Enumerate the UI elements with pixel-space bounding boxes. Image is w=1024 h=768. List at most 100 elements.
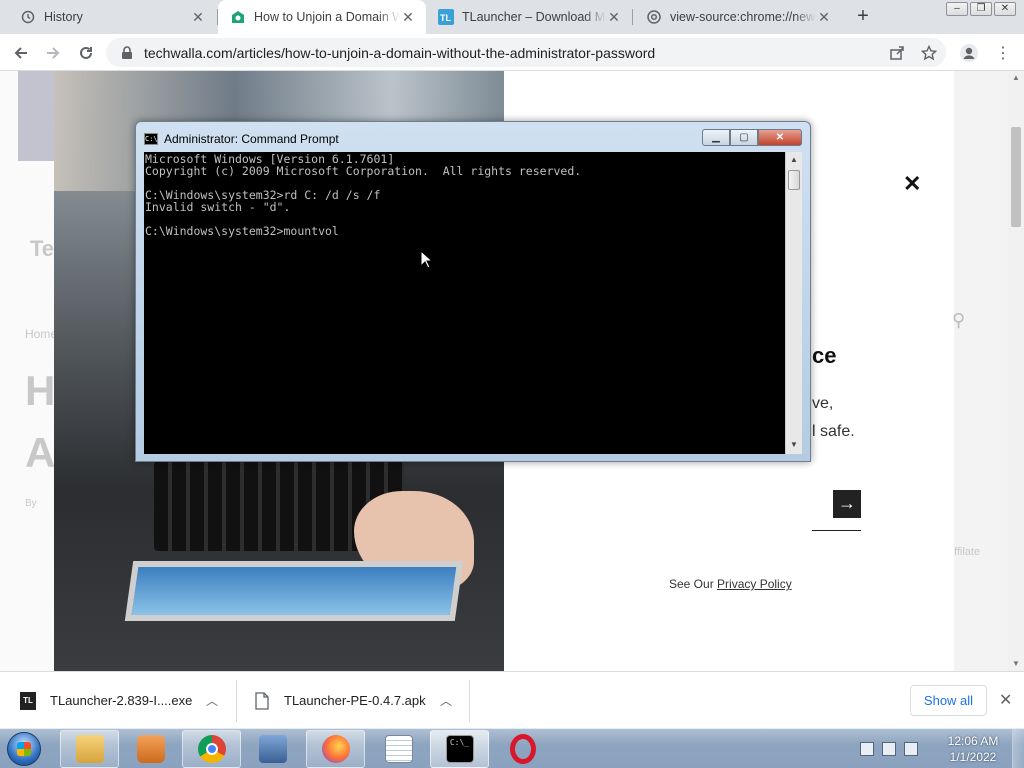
new-tab-button[interactable]: +: [852, 6, 874, 28]
taskbar-app-media-player[interactable]: [121, 730, 180, 768]
submit-arrow-button[interactable]: →: [833, 490, 861, 518]
download-item[interactable]: TLauncher-PE-0.4.7.apk: [254, 672, 426, 729]
start-button[interactable]: [2, 730, 46, 768]
minimize-button[interactable]: –: [946, 2, 968, 16]
taskbar-app-cmd[interactable]: C:\_: [430, 730, 489, 768]
taskbar-app-firefox[interactable]: [306, 730, 365, 768]
mouse-cursor-icon: [420, 250, 432, 269]
page-scrollbar[interactable]: ▲ ▼: [1008, 71, 1024, 671]
cmd-maximize-button[interactable]: ▢: [730, 129, 758, 146]
heading-fragment-2: A: [25, 429, 56, 476]
tab-title: History: [44, 10, 83, 24]
profile-avatar[interactable]: [956, 40, 982, 66]
back-button[interactable]: [8, 40, 34, 66]
taskbar-clock[interactable]: 12:06 AM 1/1/2022: [940, 733, 1006, 765]
maximize-button[interactable]: ❐: [970, 2, 992, 16]
opera-icon: [509, 734, 536, 764]
site-logo-fragment: Te: [30, 236, 55, 261]
clock-date: 1/1/2022: [949, 750, 997, 764]
taskbar-app-notepad[interactable]: [369, 730, 428, 768]
close-icon[interactable]: ✕: [999, 690, 1012, 710]
network-tray-icon[interactable]: [882, 742, 896, 756]
address-bar[interactable]: techwalla.com/articles/how-to-unjoin-a-d…: [106, 38, 946, 67]
volume-icon[interactable]: [904, 742, 918, 756]
chevron-up-icon[interactable]: ︿: [206, 692, 218, 709]
download-filename: TLauncher-PE-0.4.7.apk: [284, 693, 426, 708]
profile-icon: [960, 44, 978, 62]
cmd-scrollbar-thumb[interactable]: [788, 170, 800, 190]
notepad-icon: [384, 735, 413, 763]
byline-fragment: By: [25, 498, 37, 509]
bookmark-star-icon[interactable]: [916, 40, 942, 66]
tab-title: TLauncher – Download Mi: [462, 10, 606, 24]
privacy-notice: See Our Privacy Policy: [669, 577, 792, 591]
console-line: C:\Windows\system32>mountvol: [145, 224, 339, 238]
console-line: Copyright (c) 2009 Microsoft Corporation…: [145, 164, 582, 178]
close-icon[interactable]: ✕: [400, 9, 416, 25]
show-all-button[interactable]: Show all: [910, 685, 987, 716]
techwalla-icon: [230, 9, 246, 25]
command-prompt-window[interactable]: C:\ Administrator: Command Prompt ▁ ▢ ✕ …: [135, 121, 811, 462]
close-icon[interactable]: ✕: [816, 9, 832, 25]
reload-icon: [80, 46, 92, 59]
share-icon[interactable]: [884, 40, 910, 66]
cmd-minimize-button[interactable]: ▁: [702, 129, 730, 146]
tab-history[interactable]: History ✕: [8, 0, 216, 34]
modal-title-fragment: ce: [812, 343, 837, 368]
download-item[interactable]: TL TLauncher-2.839-I....exe: [20, 672, 192, 729]
forward-arrow-icon: [47, 47, 60, 59]
affiliate-text-fragment: ffilate: [954, 546, 981, 558]
divider: [469, 680, 470, 722]
chevron-up-icon[interactable]: ︿: [440, 692, 452, 709]
breadcrumb-fragment: Home: [25, 327, 58, 341]
scroll-up-icon[interactable]: ▲: [790, 155, 798, 164]
explorer-icon: [75, 735, 104, 763]
reload-button[interactable]: [73, 40, 99, 66]
system-tray: [860, 729, 918, 768]
download-bar: TL TLauncher-2.839-I....exe ︿ TLauncher-…: [0, 671, 1024, 728]
search-icon[interactable]: ⚲: [952, 310, 965, 331]
scrollbar-thumb[interactable]: [1011, 127, 1021, 227]
history-icon: [20, 9, 36, 25]
privacy-policy-link[interactable]: Privacy Policy: [717, 577, 792, 591]
scroll-down-icon[interactable]: ▼: [1012, 659, 1020, 668]
browser-toolbar: techwalla.com/articles/how-to-unjoin-a-d…: [0, 34, 1024, 71]
windows-taskbar: C:\_ 12:06 AM 1/1/2022: [0, 728, 1024, 768]
forward-button[interactable]: [40, 40, 66, 66]
tab-separator: [632, 9, 633, 25]
chrome-icon: [197, 735, 226, 763]
window-controls: – ❐ ✕: [946, 2, 1016, 16]
chrome-icon: [646, 9, 662, 25]
action-center-flag-icon[interactable]: [860, 742, 874, 756]
taskbar-app-opera[interactable]: [493, 730, 552, 768]
close-icon[interactable]: ✕: [606, 9, 622, 25]
tab-tlauncher[interactable]: TL TLauncher – Download Mi ✕: [426, 0, 632, 34]
taskbar-app-explorer[interactable]: [60, 730, 119, 768]
cmd-scrollbar[interactable]: ▲ ▼: [785, 152, 802, 454]
tab-title: How to Unjoin a Domain W: [254, 10, 400, 24]
email-input-underline: [812, 530, 861, 531]
menu-kebab-icon[interactable]: ⋮: [990, 40, 1016, 66]
close-icon[interactable]: ✕: [190, 9, 206, 25]
media-player-icon: [136, 735, 165, 763]
lock-icon: [122, 45, 132, 59]
windows-logo-icon: [7, 732, 41, 766]
cmd-title-text: Administrator: Command Prompt: [164, 132, 339, 146]
cmd-titlebar[interactable]: C:\ Administrator: Command Prompt: [144, 130, 339, 148]
scroll-down-icon[interactable]: ▼: [790, 440, 798, 449]
close-window-button[interactable]: ✕: [994, 2, 1016, 16]
cmd-close-button[interactable]: ✕: [758, 129, 802, 146]
modal-text-line-2: l safe.: [812, 423, 855, 440]
back-arrow-icon: [14, 47, 27, 59]
tab-techwalla[interactable]: How to Unjoin a Domain W ✕: [218, 0, 426, 34]
scroll-up-icon[interactable]: ▲: [1012, 73, 1020, 82]
modal-text-line-1: ve,: [812, 395, 834, 412]
taskbar-app-network[interactable]: [243, 730, 302, 768]
cmd-console[interactable]: Microsoft Windows [Version 6.1.7601] Cop…: [144, 152, 785, 454]
tab-view-source[interactable]: view-source:chrome://new ✕: [634, 0, 842, 34]
show-desktop-button[interactable]: [1012, 729, 1024, 768]
heading-fragment-1: H: [25, 367, 56, 414]
console-line: Invalid switch - "d".: [145, 200, 291, 214]
modal-close-icon[interactable]: ✕: [903, 171, 921, 197]
taskbar-app-chrome[interactable]: [182, 730, 241, 768]
